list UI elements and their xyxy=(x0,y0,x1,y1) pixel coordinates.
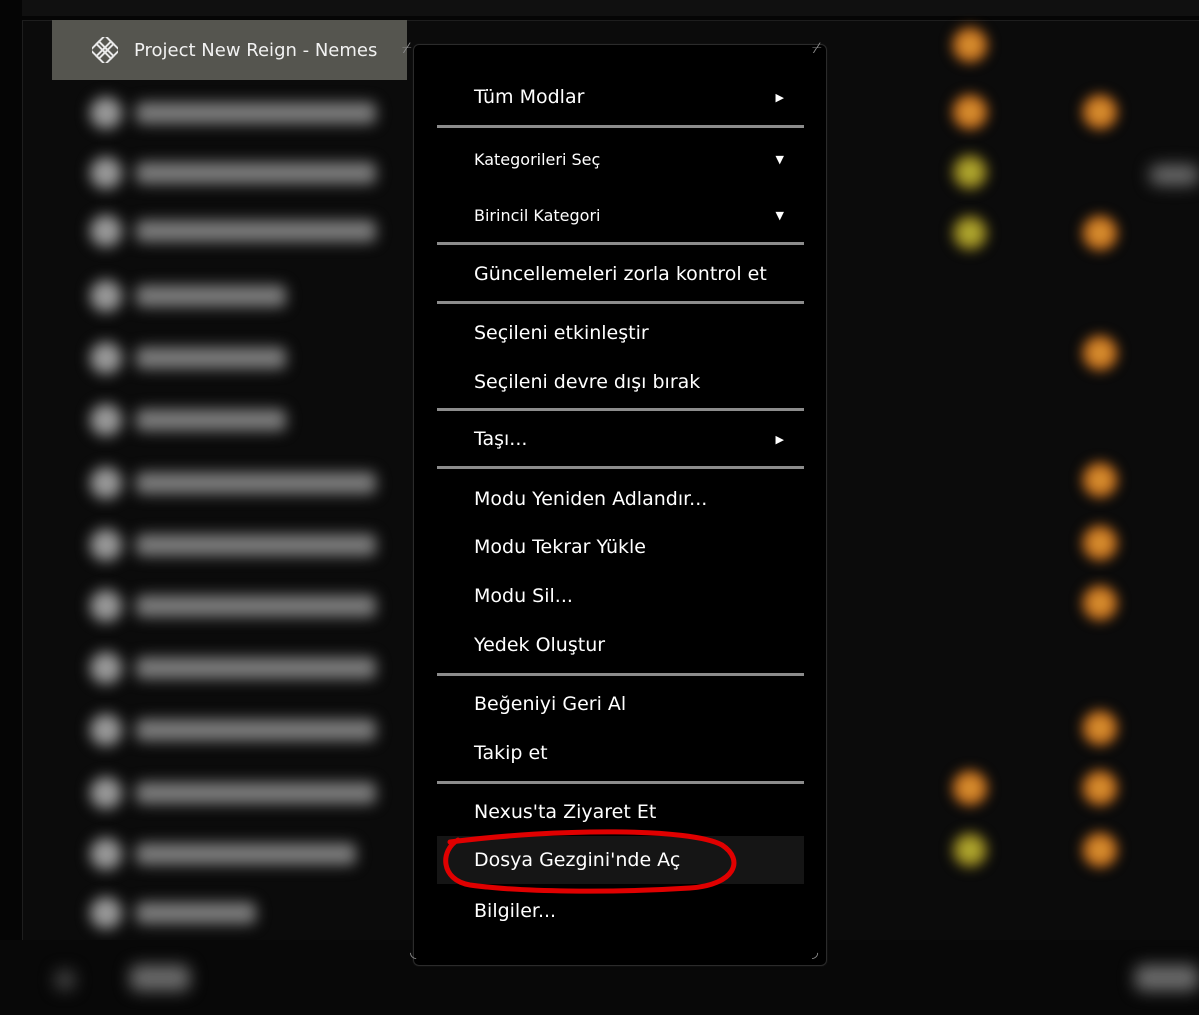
list-item[interactable] xyxy=(90,95,390,131)
menu-item-open-in-explorer[interactable]: Dosya Gezgini'nde Aç xyxy=(437,836,804,884)
dropdown-arrow-icon: ▼ xyxy=(775,152,784,166)
menu-item-visit-nexus[interactable]: Nexus'ta Ziyaret Et xyxy=(437,788,804,836)
menu-separator xyxy=(437,466,804,469)
menu-item-all-mods[interactable]: Tüm Modlar ▶ xyxy=(437,73,804,121)
menu-separator xyxy=(437,125,804,128)
blurred-button[interactable] xyxy=(130,965,190,991)
status-icon xyxy=(1082,462,1118,498)
list-item[interactable] xyxy=(90,278,390,314)
menu-separator xyxy=(437,242,804,245)
menu-item-remove-mod[interactable]: Modu Sil... xyxy=(437,572,804,620)
status-icon xyxy=(952,832,988,868)
menu-item-track[interactable]: Takip et xyxy=(437,729,804,777)
status-icon xyxy=(1082,525,1118,561)
list-item[interactable] xyxy=(90,895,390,931)
list-item[interactable] xyxy=(90,155,390,191)
selected-mod-name: Project New Reign - Nemes xyxy=(134,39,378,61)
status-icon xyxy=(952,27,988,63)
menu-item-primary-category[interactable]: Birincil Kategori ▼ xyxy=(437,191,804,239)
status-icon xyxy=(1082,710,1118,746)
menu-item-information[interactable]: Bilgiler... xyxy=(437,887,804,935)
menu-separator xyxy=(437,301,804,304)
list-item[interactable] xyxy=(90,588,390,624)
status-icon xyxy=(952,154,988,190)
list-item[interactable] xyxy=(90,527,390,563)
status-icon xyxy=(1082,94,1118,130)
menu-item-create-backup[interactable]: Yedek Oluştur xyxy=(437,621,804,669)
menu-item-select-categories[interactable]: Kategorileri Seç ▼ xyxy=(437,135,804,183)
menu-item-unendorse[interactable]: Beğeniyi Geri Al xyxy=(437,680,804,728)
blurred-icon xyxy=(55,970,75,990)
menu-item-reinstall-mod[interactable]: Modu Tekrar Yükle xyxy=(437,523,804,571)
list-item[interactable] xyxy=(90,402,390,438)
menu-separator xyxy=(437,673,804,676)
mod-type-icon xyxy=(89,34,121,66)
blurred-button[interactable] xyxy=(1135,965,1199,991)
list-item[interactable] xyxy=(90,650,390,686)
resize-corner-icon: ⌿ xyxy=(402,38,412,57)
list-item[interactable] xyxy=(90,465,390,501)
list-item[interactable] xyxy=(90,775,390,811)
menu-item-enable-selected[interactable]: Seçileni etkinleştir xyxy=(437,309,804,357)
menu-item-move[interactable]: Taşı... ▶ xyxy=(437,415,804,463)
resize-corner-icon: ◞ xyxy=(812,942,819,961)
status-icon xyxy=(1082,335,1118,371)
resize-corner-icon: ⌿ xyxy=(812,38,822,57)
status-icon xyxy=(952,770,988,806)
dropdown-arrow-icon: ▼ xyxy=(775,208,784,222)
status-icon xyxy=(1082,770,1118,806)
list-item[interactable] xyxy=(90,712,390,748)
blurred-text xyxy=(1150,165,1199,185)
status-icon xyxy=(952,215,988,251)
status-icon xyxy=(1082,215,1118,251)
status-icon xyxy=(1082,585,1118,621)
selected-mod-row[interactable]: Project New Reign - Nemes xyxy=(52,20,407,80)
submenu-arrow-icon: ▶ xyxy=(775,432,784,446)
menu-separator xyxy=(437,408,804,411)
submenu-arrow-icon: ▶ xyxy=(775,90,784,104)
status-icon xyxy=(1082,832,1118,868)
context-menu: ⌿ ⌿ ◟ ◞ Tüm Modlar ▶ Kategorileri Seç ▼ … xyxy=(402,39,827,966)
menu-item-force-update-check[interactable]: Güncellemeleri zorla kontrol et xyxy=(437,250,804,298)
menu-item-disable-selected[interactable]: Seçileni devre dışı bırak xyxy=(437,358,804,406)
resize-corner-icon: ◟ xyxy=(410,942,417,961)
menu-item-rename-mod[interactable]: Modu Yeniden Adlandır... xyxy=(437,475,804,523)
status-icon xyxy=(952,94,988,130)
list-item[interactable] xyxy=(90,836,390,872)
list-item[interactable] xyxy=(90,213,390,249)
list-header xyxy=(22,0,1199,16)
list-item[interactable] xyxy=(90,340,390,376)
menu-separator xyxy=(437,781,804,784)
